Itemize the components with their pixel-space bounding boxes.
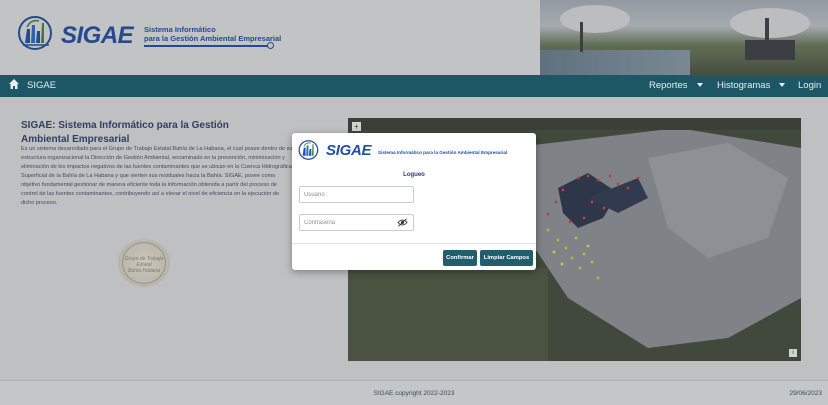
modal-logo-wordmark: SIGAE xyxy=(326,142,372,159)
app-header: SIGAE Sistema Informático para la Gestió… xyxy=(0,0,828,75)
eye-slash-icon[interactable] xyxy=(397,218,408,227)
nav-item-reportes-label: Reportes xyxy=(649,80,688,91)
home-icon[interactable] xyxy=(8,78,22,92)
modal-divider xyxy=(292,243,536,244)
sigae-emblem-icon xyxy=(298,140,319,160)
footer-copyright: SIGAE copyright 2022-2023 xyxy=(373,390,455,397)
nav-item-reportes[interactable]: Reportes xyxy=(649,80,703,91)
username-input[interactable] xyxy=(299,186,414,203)
nav-item-histogramas-label: Histogramas xyxy=(717,80,771,91)
login-modal: SIGAE Sistema Informático para la Gestió… xyxy=(292,133,536,270)
chevron-down-icon xyxy=(696,83,703,88)
page-footer: SIGAE copyright 2022-2023 29/06/2023 xyxy=(0,380,828,405)
header-overlay xyxy=(0,0,828,75)
chevron-down-icon xyxy=(779,83,786,88)
confirm-button[interactable]: Confirmar xyxy=(443,250,477,266)
nav-item-login-label: Login xyxy=(798,80,822,91)
nav-item-login[interactable]: Login xyxy=(798,80,821,91)
clear-fields-button[interactable]: Limpiar Campos xyxy=(480,250,533,266)
modal-title: Logueo xyxy=(403,172,425,178)
footer-date: 29/06/2023 xyxy=(789,390,822,397)
home-icon-svg xyxy=(9,79,19,89)
nav-item-histogramas[interactable]: Histogramas xyxy=(717,80,786,91)
modal-logo-subtitle: Sistema Informático para la Gestión Ambi… xyxy=(378,150,508,155)
top-navbar: SIGAE Reportes Histogramas Login xyxy=(0,75,828,97)
nav-brand[interactable]: SIGAE xyxy=(27,80,56,91)
